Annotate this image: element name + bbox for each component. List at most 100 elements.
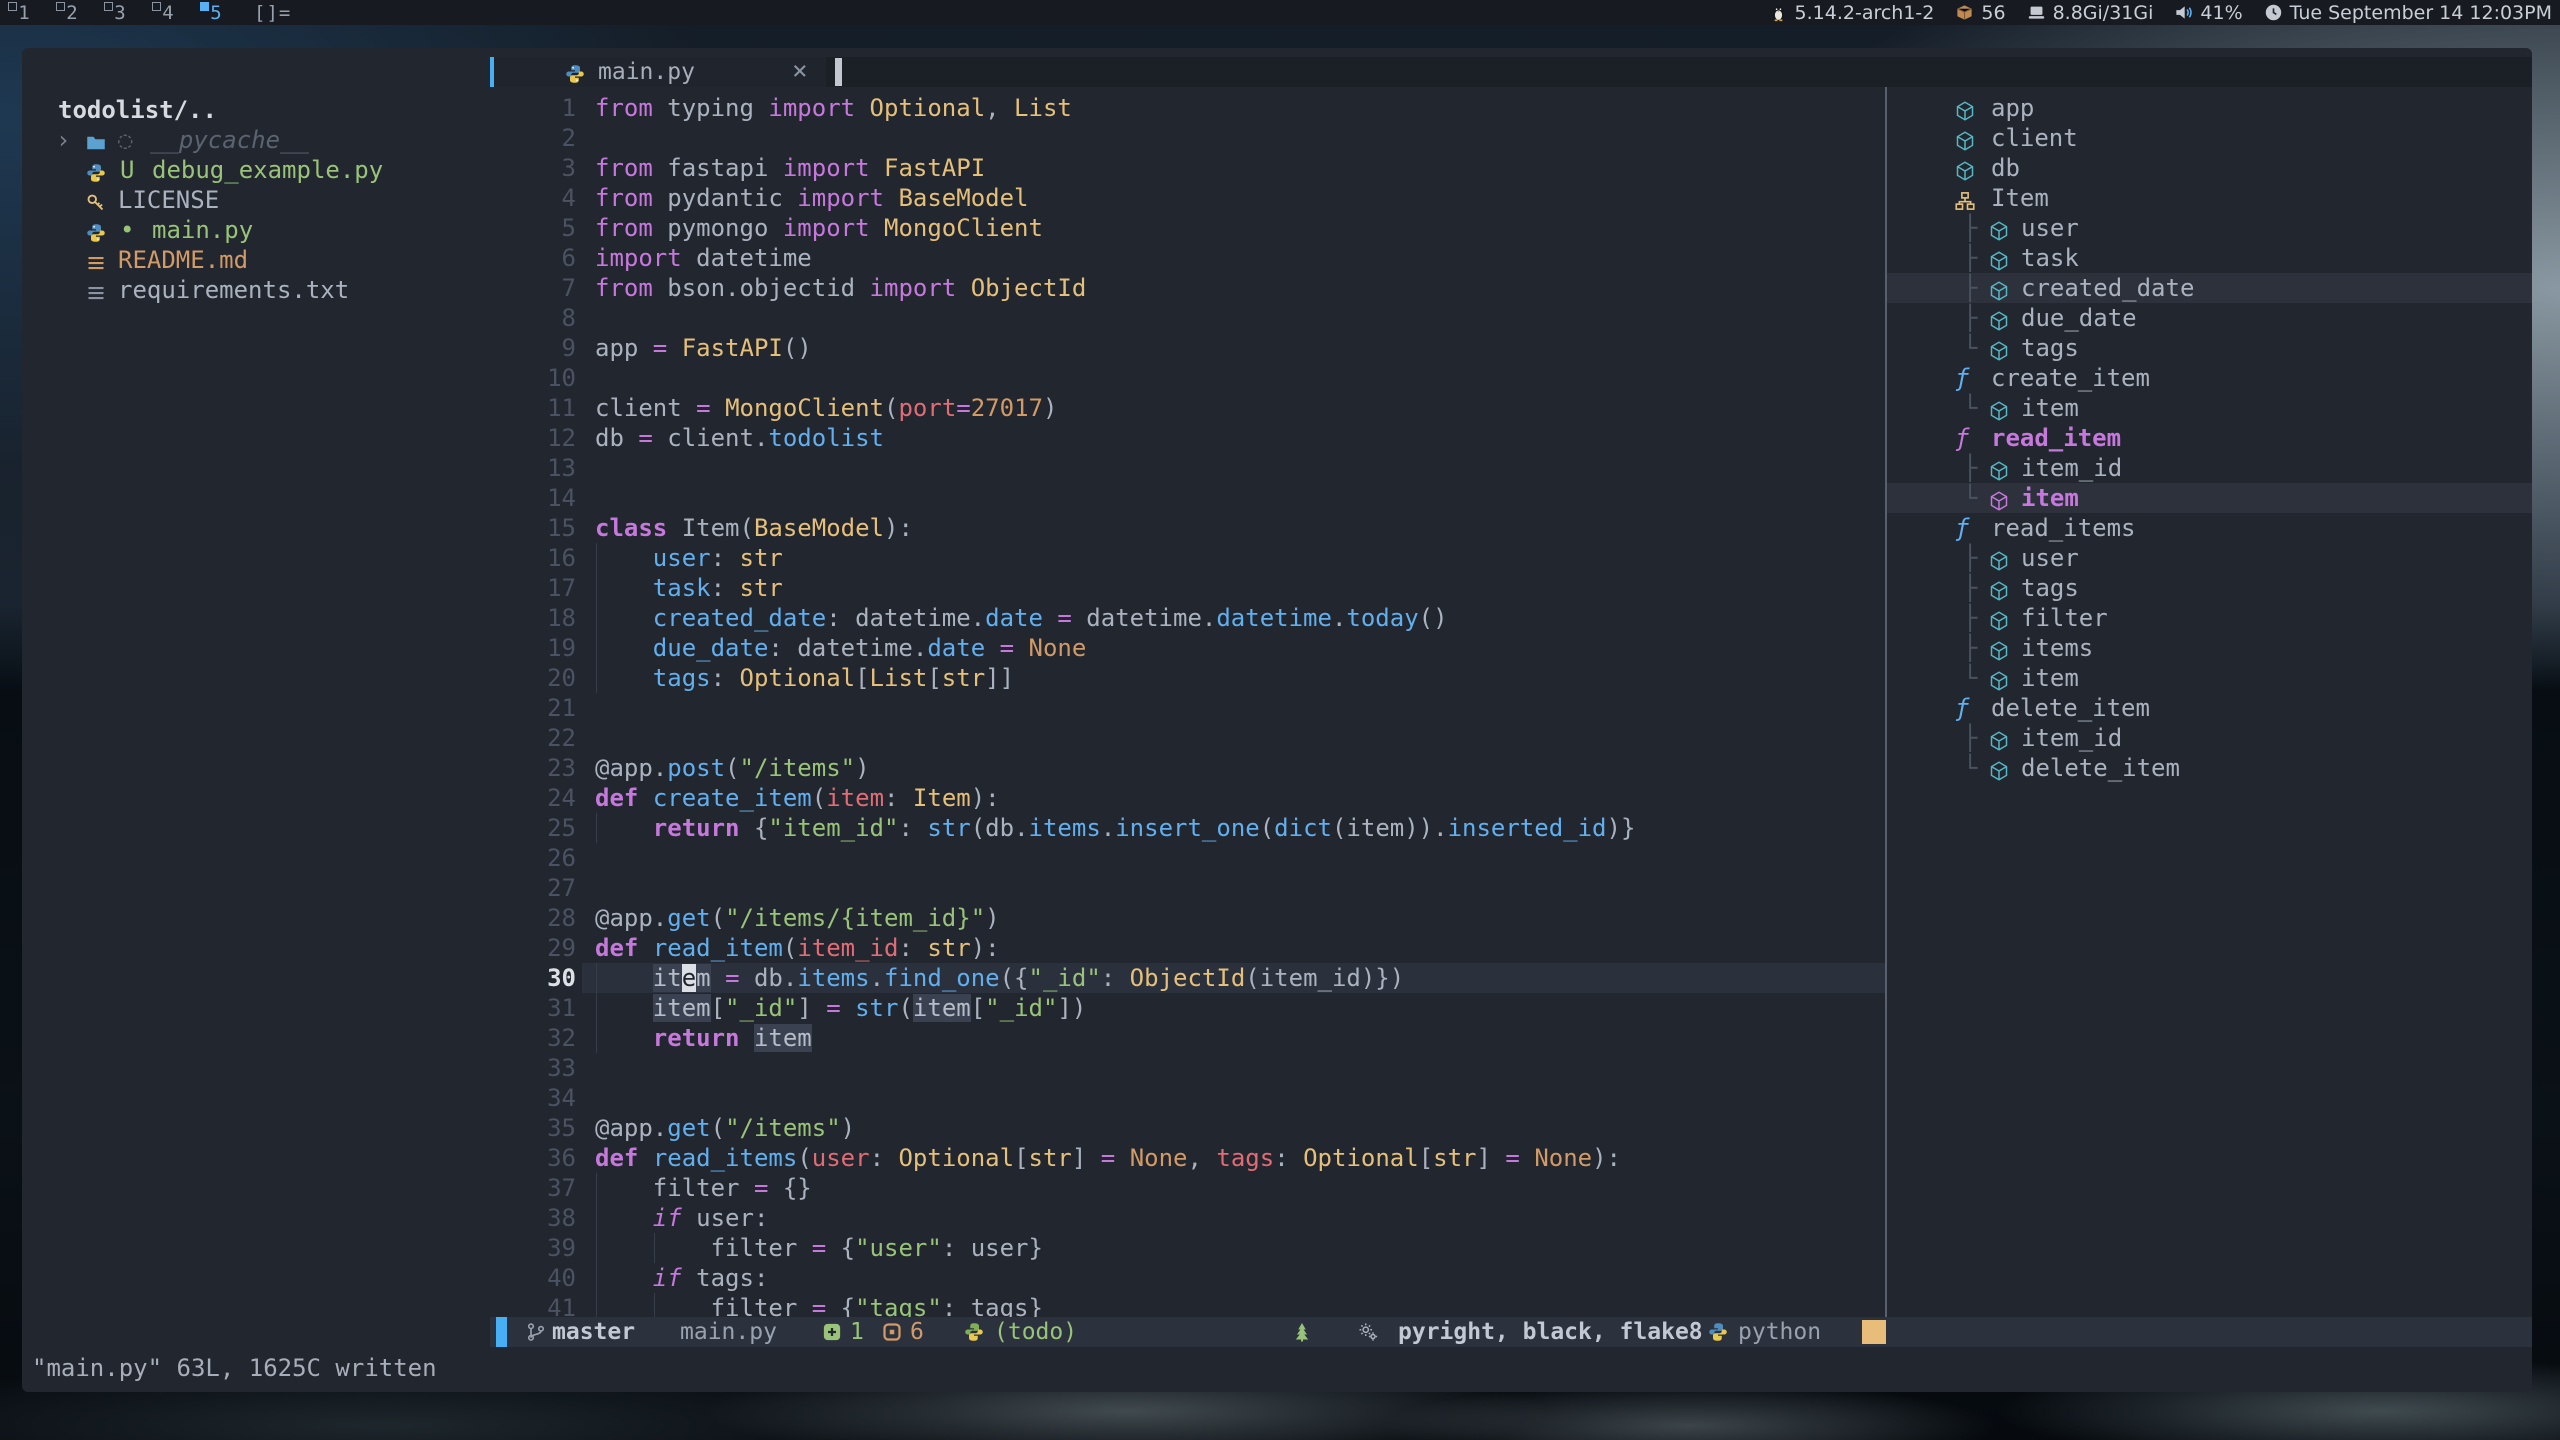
code-line-40[interactable]: 40 if tags: <box>490 1263 1885 1293</box>
system-status: 5.14.2-arch1-2 56 8.8Gi/31Gi 41% Tue Sep… <box>1757 2 2552 24</box>
workspace-button-1[interactable]: 1 <box>0 0 48 25</box>
workspace-button-2[interactable]: 2 <box>48 0 96 25</box>
outline-item-item[interactable]: └item <box>1887 483 2532 513</box>
outline-item-create_item[interactable]: ƒcreate_item <box>1887 363 2532 393</box>
code-line-18[interactable]: 18 created_date: datetime.date = datetim… <box>490 603 1885 633</box>
lines-orange-icon <box>86 250 106 270</box>
code-line-15[interactable]: 15class Item(BaseModel): <box>490 513 1885 543</box>
variable-cube-icon <box>1989 278 2009 298</box>
outline-item-label: task <box>2021 243 2079 273</box>
outline-item-item_id[interactable]: ├item_id <box>1887 723 2532 753</box>
outline-item-task[interactable]: ├task <box>1887 243 2532 273</box>
outline-item-read_items[interactable]: ƒread_items <box>1887 513 2532 543</box>
variable-cube-icon <box>1989 398 2009 418</box>
code-line-1[interactable]: 1from typing import Optional, List <box>490 93 1885 123</box>
code-line-20[interactable]: 20 tags: Optional[List[str]] <box>490 663 1885 693</box>
code-line-9[interactable]: 9app = FastAPI() <box>490 333 1885 363</box>
code-line-34[interactable]: 34 <box>490 1083 1885 1113</box>
code-line-38[interactable]: 38 if user: <box>490 1203 1885 1233</box>
code-line-29[interactable]: 29def read_item(item_id: str): <box>490 933 1885 963</box>
code-line-31[interactable]: 31 item["_id"] = str(item["_id"]) <box>490 993 1885 1023</box>
code-text: item = db.items.find_one({"_id": ObjectI… <box>595 963 1404 993</box>
line-number: 35 <box>490 1113 576 1143</box>
code-line-22[interactable]: 22 <box>490 723 1885 753</box>
outline-item-label: due_date <box>2021 303 2137 333</box>
code-line-25[interactable]: 25 return {"item_id": str(db.items.inser… <box>490 813 1885 843</box>
code-line-2[interactable]: 2 <box>490 123 1885 153</box>
outline-item-item[interactable]: └item <box>1887 663 2532 693</box>
code-line-13[interactable]: 13 <box>490 453 1885 483</box>
code-line-8[interactable]: 8 <box>490 303 1885 333</box>
chevron-right-icon[interactable]: › <box>56 125 70 155</box>
code-line-21[interactable]: 21 <box>490 693 1885 723</box>
outline-item-due_date[interactable]: ├due_date <box>1887 303 2532 333</box>
workspace-button-4[interactable]: 4 <box>144 0 192 25</box>
outline-item-read_item[interactable]: ƒread_item <box>1887 423 2532 453</box>
tree-item-label: README.md <box>118 245 248 275</box>
code-line-39[interactable]: 39 filter = {"user": user} <box>490 1233 1885 1263</box>
code-line-32[interactable]: 32 return item <box>490 1023 1885 1053</box>
code-line-36[interactable]: 36def read_items(user: Optional[str] = N… <box>490 1143 1885 1173</box>
code-line-26[interactable]: 26 <box>490 843 1885 873</box>
code-line-41[interactable]: 41 filter = {"tags": tags} <box>490 1293 1885 1317</box>
tab-main-py[interactable]: main.py × <box>494 57 826 87</box>
code-line-3[interactable]: 3from fastapi import FastAPI <box>490 153 1885 183</box>
code-line-6[interactable]: 6import datetime <box>490 243 1885 273</box>
tree-item-requirements-txt[interactable]: requirements.txt <box>22 275 490 305</box>
tab-close-icon[interactable]: × <box>792 57 808 85</box>
code-line-30[interactable]: 30 item = db.items.find_one({"_id": Obje… <box>490 963 1885 993</box>
code-text: from typing import Optional, List <box>595 93 1072 123</box>
tree-item-readme-md[interactable]: README.md <box>22 245 490 275</box>
code-editor[interactable]: 1from typing import Optional, List23from… <box>490 87 1885 1317</box>
outline-item-delete_item[interactable]: └delete_item <box>1887 753 2532 783</box>
command-line[interactable]: "main.py" 63L, 1625C written <box>22 1347 2532 1392</box>
code-line-27[interactable]: 27 <box>490 873 1885 903</box>
code-text: def create_item(item: Item): <box>595 783 1000 813</box>
outline-item-user[interactable]: ├user <box>1887 213 2532 243</box>
outline-item-label: delete_item <box>1991 693 2150 723</box>
code-line-24[interactable]: 24def create_item(item: Item): <box>490 783 1885 813</box>
outline-item-label: create_item <box>1991 363 2150 393</box>
tree-item-main-py[interactable]: •main.py <box>22 215 490 245</box>
outline-item-item_id[interactable]: ├item_id <box>1887 453 2532 483</box>
code-line-35[interactable]: 35@app.get("/items") <box>490 1113 1885 1143</box>
status-bar: 12345 []= 5.14.2-arch1-2 56 8.8Gi/31Gi 4… <box>0 0 2560 25</box>
outline-item-label: Item <box>1991 183 2049 213</box>
outline-item-filter[interactable]: ├filter <box>1887 603 2532 633</box>
tree-root-folder[interactable]: todolist/.. <box>22 95 490 125</box>
code-line-10[interactable]: 10 <box>490 363 1885 393</box>
code-line-37[interactable]: 37 filter = {} <box>490 1173 1885 1203</box>
code-line-14[interactable]: 14 <box>490 483 1885 513</box>
code-line-12[interactable]: 12db = client.todolist <box>490 423 1885 453</box>
workspace-button-3[interactable]: 3 <box>96 0 144 25</box>
outline-item-Item[interactable]: Item <box>1887 183 2532 213</box>
code-line-11[interactable]: 11client = MongoClient(port=27017) <box>490 393 1885 423</box>
outline-item-tags[interactable]: ├tags <box>1887 573 2532 603</box>
outline-item-item[interactable]: └item <box>1887 393 2532 423</box>
code-line-19[interactable]: 19 due_date: datetime.date = None <box>490 633 1885 663</box>
outline-item-client[interactable]: client <box>1887 123 2532 153</box>
code-line-4[interactable]: 4from pydantic import BaseModel <box>490 183 1885 213</box>
code-line-7[interactable]: 7from bson.objectid import ObjectId <box>490 273 1885 303</box>
code-line-17[interactable]: 17 task: str <box>490 573 1885 603</box>
code-line-28[interactable]: 28@app.get("/items/{item_id}") <box>490 903 1885 933</box>
tree-item-debug-example-py[interactable]: Udebug_example.py <box>22 155 490 185</box>
code-line-16[interactable]: 16 user: str <box>490 543 1885 573</box>
outline-item-user[interactable]: ├user <box>1887 543 2532 573</box>
git-status-badge: U <box>120 155 134 185</box>
code-text: from pydantic import BaseModel <box>595 183 1029 213</box>
workspace-button-5[interactable]: 5 <box>192 0 240 25</box>
outline-item-created_date[interactable]: ├created_date <box>1887 273 2532 303</box>
code-text: from bson.objectid import ObjectId <box>595 273 1086 303</box>
outline-item-app[interactable]: app <box>1887 93 2532 123</box>
code-line-5[interactable]: 5from pymongo import MongoClient <box>490 213 1885 243</box>
code-line-23[interactable]: 23@app.post("/items") <box>490 753 1885 783</box>
tree-item-license[interactable]: LICENSE <box>22 185 490 215</box>
outline-item-items[interactable]: ├items <box>1887 633 2532 663</box>
tree-item--pycache-[interactable]: ›◌__pycache__ <box>22 125 490 155</box>
tree-connector: ├ <box>1963 273 1977 303</box>
code-line-33[interactable]: 33 <box>490 1053 1885 1083</box>
outline-item-db[interactable]: db <box>1887 153 2532 183</box>
outline-item-tags[interactable]: └tags <box>1887 333 2532 363</box>
outline-item-delete_item[interactable]: ƒdelete_item <box>1887 693 2532 723</box>
